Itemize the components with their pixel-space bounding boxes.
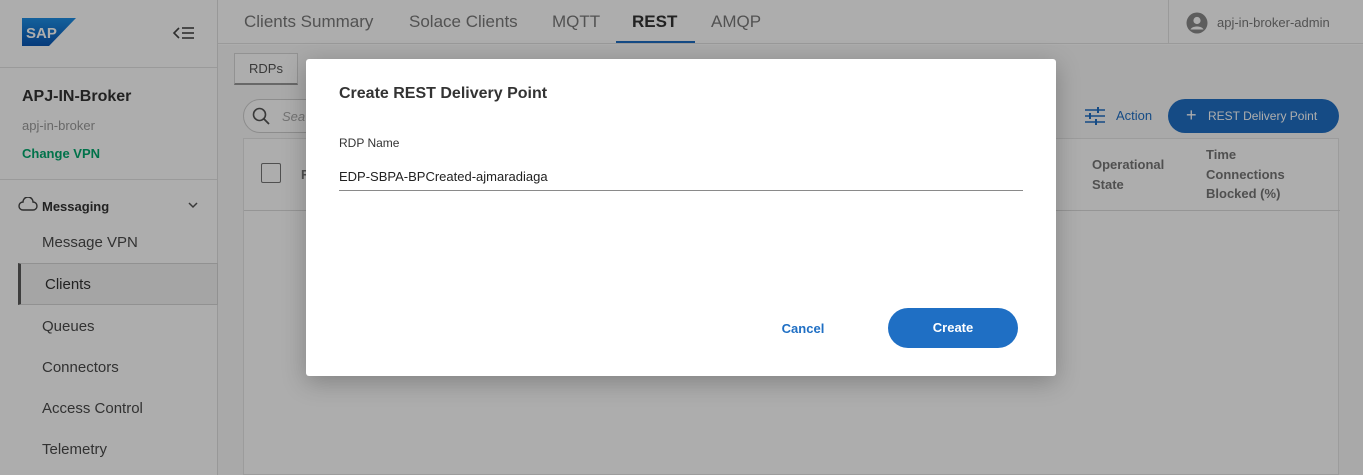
rdp-name-label: RDP Name	[339, 136, 400, 150]
cancel-button[interactable]: Cancel	[768, 317, 838, 341]
create-rdp-dialog: Create REST Delivery Point RDP Name Canc…	[306, 59, 1056, 376]
dialog-title: Create REST Delivery Point	[339, 85, 548, 102]
rdp-name-input[interactable]	[339, 162, 1023, 191]
create-button[interactable]: Create	[888, 308, 1018, 348]
